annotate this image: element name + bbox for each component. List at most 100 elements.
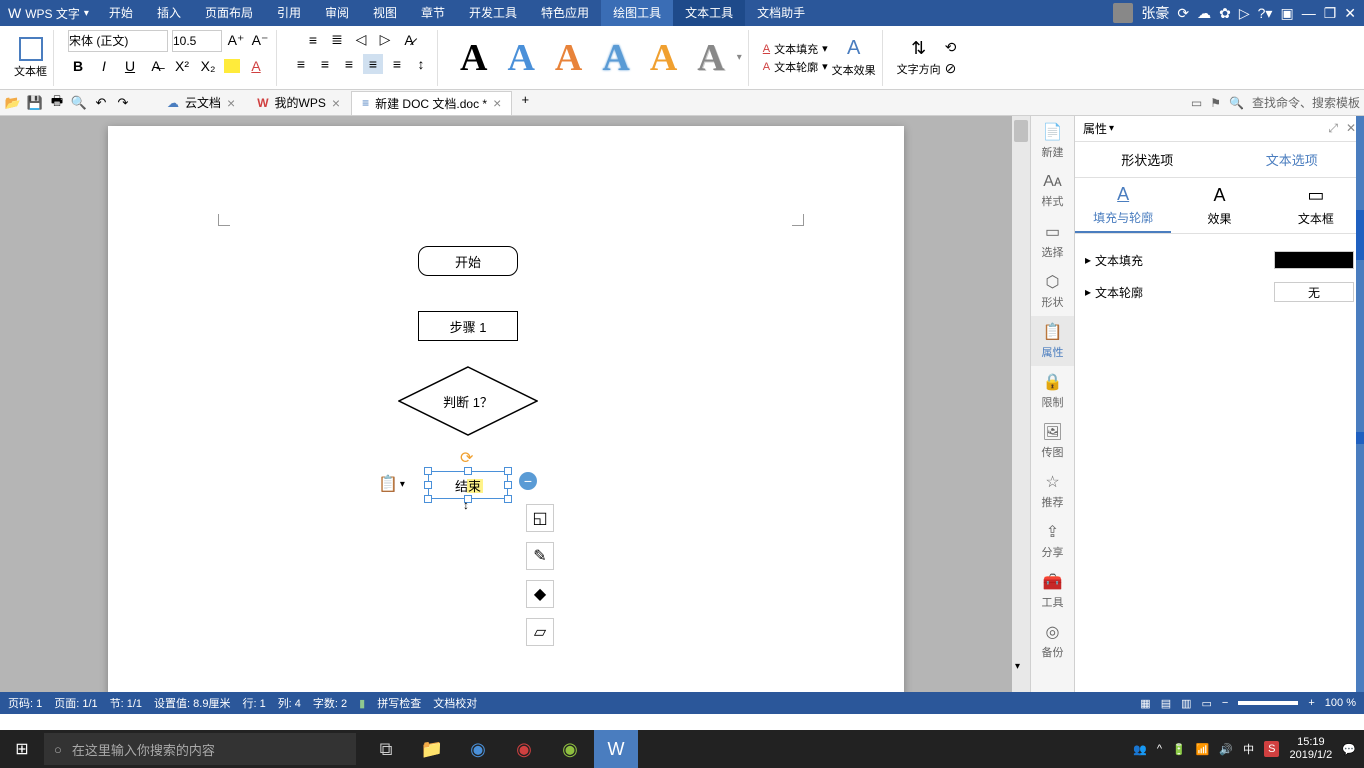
doc-tab-new[interactable]: ≡ 新建 DOC 文档.doc * × xyxy=(351,91,512,115)
menu-tab-chapter[interactable]: 章节 xyxy=(409,0,457,26)
layout-options-button[interactable]: ◱ xyxy=(526,504,554,532)
align-justify-button[interactable]: ≡ xyxy=(363,54,383,74)
menu-tab-start[interactable]: 开始 xyxy=(97,0,145,26)
side-new[interactable]: 📄新建 xyxy=(1031,116,1074,166)
strikethrough-button[interactable]: A̶ xyxy=(146,56,166,76)
menu-tab-drawing[interactable]: 绘图工具 xyxy=(601,0,673,26)
line-spacing-button[interactable]: ↕ xyxy=(411,54,431,74)
avatar[interactable] xyxy=(1113,3,1133,23)
people-icon[interactable]: 👥 xyxy=(1133,743,1147,756)
bold-button[interactable]: B xyxy=(68,56,88,76)
outdent-button[interactable]: ◁ xyxy=(351,30,371,50)
wordart-style-6[interactable]: A xyxy=(689,36,732,80)
status-page[interactable]: 页码: 1 xyxy=(8,695,42,711)
play-icon[interactable]: ▷ xyxy=(1239,5,1250,22)
flag-icon[interactable]: ⚑ xyxy=(1210,96,1221,110)
paste-options-button[interactable]: 📋▾ xyxy=(378,474,405,494)
view-mode-2[interactable]: ▤ xyxy=(1161,697,1171,710)
status-col[interactable]: 列: 4 xyxy=(278,695,301,711)
wps-app-button[interactable]: W xyxy=(594,730,638,768)
start-button[interactable]: ⊞ xyxy=(0,730,44,768)
props-row-fill[interactable]: ▸文本填充 xyxy=(1085,244,1354,276)
menu-tab-assistant[interactable]: 文档助手 xyxy=(745,0,817,26)
side-upload[interactable]: 🖼传图 xyxy=(1031,416,1074,466)
status-pages[interactable]: 页面: 1/1 xyxy=(54,695,97,711)
task-view-button[interactable]: ⧉ xyxy=(364,730,408,768)
wordart-style-4[interactable]: A xyxy=(594,36,637,80)
resize-handle-tl[interactable] xyxy=(424,467,432,475)
zoom-out-button[interactable]: − xyxy=(1222,697,1228,709)
edit-shape-button[interactable]: ✎ xyxy=(526,542,554,570)
textbox-button[interactable]: 文本框 xyxy=(14,37,47,79)
scrollbar-thumb[interactable] xyxy=(1014,120,1028,142)
status-line[interactable]: 行: 1 xyxy=(242,695,265,711)
props-row-outline[interactable]: ▸文本轮廓 无 xyxy=(1085,276,1354,308)
search-icon[interactable]: 🔍 xyxy=(1229,96,1244,110)
flowchart-step-shape[interactable]: 步骤 1 xyxy=(418,311,518,341)
side-tools[interactable]: 🧰工具 xyxy=(1031,566,1074,616)
italic-button[interactable]: I xyxy=(94,56,114,76)
notifications-icon[interactable]: 💬 xyxy=(1342,743,1356,756)
search-placeholder[interactable]: 查找命令、搜索模板 xyxy=(1252,94,1360,111)
subtab-effect[interactable]: A 效果 xyxy=(1171,178,1267,233)
redo-button[interactable]: ↷ xyxy=(114,94,132,112)
menu-tab-insert[interactable]: 插入 xyxy=(145,0,193,26)
fill-shape-button[interactable]: ◆ xyxy=(526,580,554,608)
settings-icon[interactable]: ✿ xyxy=(1219,5,1231,22)
new-tab-button[interactable]: + xyxy=(516,91,534,109)
open-button[interactable]: 📂 xyxy=(4,94,22,112)
wifi-icon[interactable]: 📶 xyxy=(1196,743,1210,756)
bullets-button[interactable]: ≡ xyxy=(303,30,323,50)
side-shape[interactable]: ⬡形状 xyxy=(1031,266,1074,316)
subtab-textbox[interactable]: ▭ 文本框 xyxy=(1268,178,1364,233)
app-3-button[interactable]: ◉ xyxy=(548,730,592,768)
menu-tab-view[interactable]: 视图 xyxy=(361,0,409,26)
link-button[interactable]: ⟲ xyxy=(945,39,957,56)
menu-tab-special[interactable]: 特色应用 xyxy=(529,0,601,26)
remove-shape-button[interactable]: − xyxy=(519,472,537,490)
rotate-handle[interactable]: ⟳ xyxy=(460,448,473,468)
flowchart-end-shape-selected[interactable]: 结束 ⟳ − ↕ xyxy=(428,471,508,499)
zoom-in-button[interactable]: + xyxy=(1308,697,1314,709)
close-panel-icon[interactable]: ✕ xyxy=(1346,121,1356,136)
text-fill-button[interactable]: A 文本填充 ▾ xyxy=(763,41,828,57)
flowchart-start-shape[interactable]: 开始 xyxy=(418,246,518,276)
taskbar-clock[interactable]: 15:19 2019/1/2 xyxy=(1289,736,1332,762)
print-button[interactable]: 🖶 xyxy=(48,94,66,112)
wordart-more-icon[interactable]: ▾ xyxy=(737,52,742,63)
view-mode-3[interactable]: ▥ xyxy=(1181,697,1191,710)
close-icon[interactable]: ✕ xyxy=(1344,5,1356,22)
break-link-button[interactable]: ⊘ xyxy=(945,60,957,77)
app-dropdown-icon[interactable]: ▾ xyxy=(84,8,89,19)
save-button[interactable]: 💾 xyxy=(26,94,44,112)
clear-format-button[interactable]: A̷ xyxy=(399,30,419,50)
wordart-style-1[interactable]: A xyxy=(452,36,495,80)
user-name[interactable]: 张豪 xyxy=(1141,3,1169,23)
outline-select[interactable]: 无 xyxy=(1274,282,1354,302)
props-tab-shape[interactable]: 形状选项 xyxy=(1075,142,1220,177)
font-color-button[interactable]: A xyxy=(246,56,266,76)
pin-icon[interactable]: ▣ xyxy=(1280,5,1293,22)
subscript-button[interactable]: X₂ xyxy=(198,56,218,76)
props-tab-text[interactable]: 文本选项 xyxy=(1220,142,1364,177)
help-icon[interactable]: ?▾ xyxy=(1258,5,1273,22)
view-mode-1[interactable]: ▦ xyxy=(1140,697,1150,710)
indent-button[interactable]: ▷ xyxy=(375,30,395,50)
close-tab-icon[interactable]: × xyxy=(493,95,501,111)
resize-handle-tm[interactable] xyxy=(464,467,472,475)
side-recommend[interactable]: ☆推荐 xyxy=(1031,466,1074,516)
battery-icon[interactable]: 🔋 xyxy=(1172,743,1186,756)
strip-marker[interactable] xyxy=(1356,210,1364,260)
fill-color-swatch[interactable] xyxy=(1274,251,1354,269)
menu-tab-layout[interactable]: 页面布局 xyxy=(193,0,265,26)
layout-icon[interactable]: ▭ xyxy=(1191,96,1202,110)
maximize-icon[interactable]: ❐ xyxy=(1324,5,1337,22)
undo-button[interactable]: ↶ xyxy=(92,94,110,112)
side-style[interactable]: Aᴀ样式 xyxy=(1031,166,1074,216)
flowchart-decision-shape[interactable]: 判断 1？ xyxy=(398,366,538,436)
numbering-button[interactable]: ≣ xyxy=(327,30,347,50)
text-direction-button[interactable]: ⇅ 文字方向 xyxy=(897,38,941,77)
app-2-button[interactable]: ◉ xyxy=(502,730,546,768)
resize-handle-tr[interactable] xyxy=(504,467,512,475)
side-properties[interactable]: 📋属性 xyxy=(1031,316,1074,366)
